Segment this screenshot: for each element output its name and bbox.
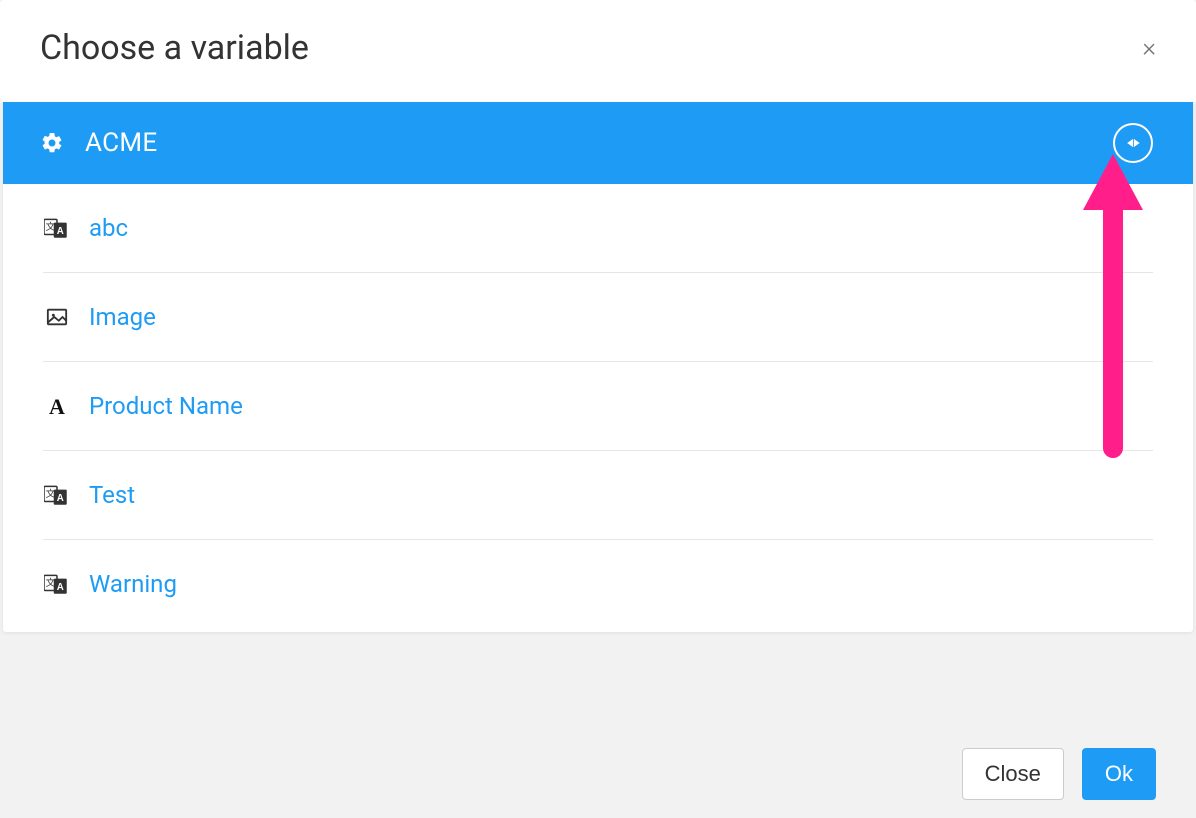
variable-item-test[interactable]: 文 A Test (43, 451, 1153, 540)
variable-item-warning[interactable]: 文 A Warning (43, 540, 1153, 632)
font-icon: A (43, 394, 71, 418)
svg-text:A: A (49, 394, 65, 418)
image-icon (43, 305, 71, 329)
close-icon[interactable]: × (1142, 35, 1156, 61)
variable-item-label: Test (89, 481, 135, 509)
variable-item-label: abc (89, 214, 128, 242)
variable-set-title: ACME (85, 128, 157, 158)
gear-icon (39, 130, 65, 156)
ok-button[interactable]: Ok (1082, 748, 1156, 800)
dialog-header: Choose a variable × (0, 0, 1196, 102)
choose-variable-dialog: Choose a variable × ACME 文 (0, 0, 1196, 818)
variable-item-label: Product Name (89, 392, 243, 420)
svg-text:A: A (57, 226, 64, 237)
close-button[interactable]: Close (962, 748, 1064, 800)
dialog-footer: Close Ok (0, 632, 1196, 818)
variable-item-product-name[interactable]: A Product Name (43, 362, 1153, 451)
rewind-icon (1123, 133, 1143, 153)
i18n-icon: 文 A (43, 572, 71, 596)
variables-panel: ACME 文 A abc (3, 102, 1193, 632)
variable-item-image[interactable]: Image (43, 273, 1153, 362)
variable-item-label: Image (89, 303, 156, 331)
i18n-icon: 文 A (43, 216, 71, 240)
variable-item-abc[interactable]: 文 A abc (43, 184, 1153, 273)
svg-text:A: A (57, 582, 64, 593)
variable-item-label: Warning (89, 570, 177, 598)
back-button[interactable] (1113, 123, 1153, 163)
variable-list: 文 A abc Image (3, 184, 1193, 632)
dialog-title: Choose a variable (40, 28, 309, 68)
i18n-icon: 文 A (43, 483, 71, 507)
svg-text:A: A (57, 493, 64, 504)
variable-set-header[interactable]: ACME (3, 102, 1193, 184)
